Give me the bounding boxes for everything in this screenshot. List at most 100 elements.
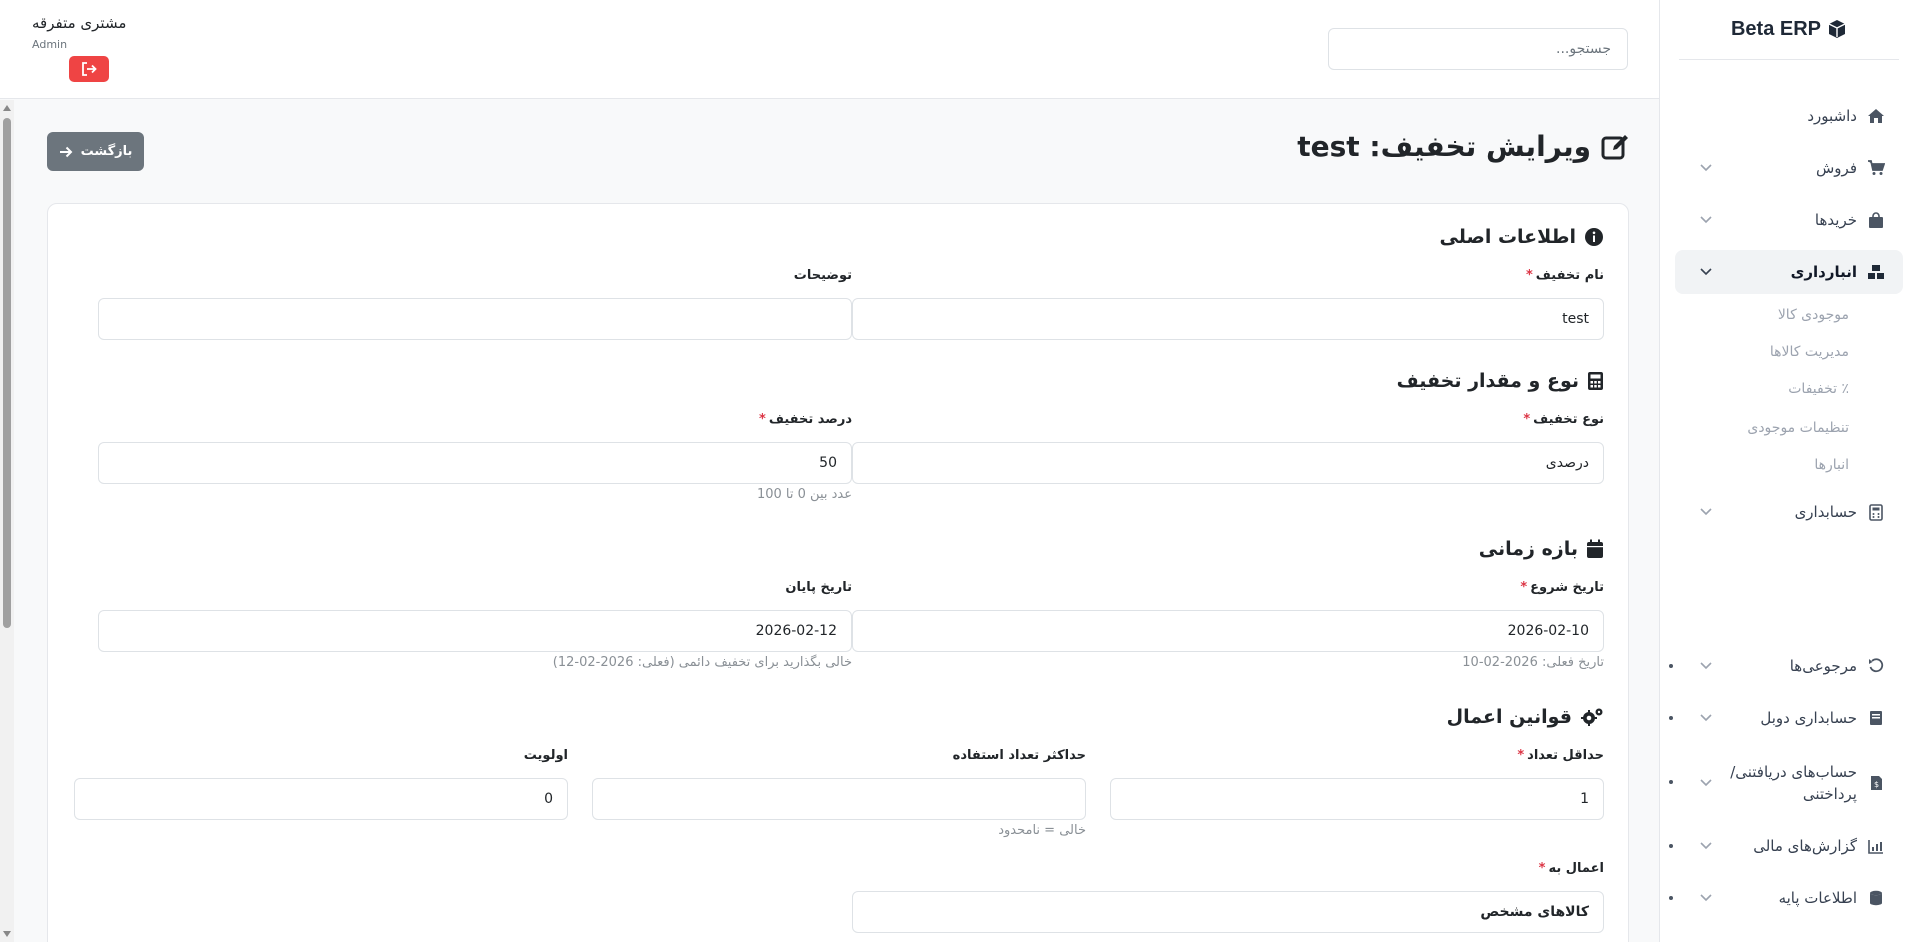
sidebar-item-financial-reports[interactable]: گزارش‌های مالی [1675,824,1903,868]
label-end-date: تاریخ پایان [785,580,852,595]
chevron-down-icon [1699,776,1713,790]
discount-name-input[interactable] [852,298,1604,340]
sidebar-subitem-stock[interactable]: موجودی کالا [1699,300,1849,330]
sidebar-item-purchases[interactable]: خریدها [1675,198,1903,242]
scroll-up-arrow[interactable] [3,105,11,111]
sidebar-item-label: حساب‌های دریافتنی/پرداختنی [1730,763,1857,803]
percent-hint: عدد بین 0 تا 100 [756,487,852,502]
sidebar: Beta ERP داشبورد فروش خریدها انبارداری م [1659,0,1919,942]
label-start-date: تاریخ شروع* [1520,580,1604,595]
sidebar-item-double-entry[interactable]: حسابداری دوبل [1675,696,1903,740]
boxes-icon [1867,263,1885,281]
sidebar-item-base-info[interactable]: اطلاعات پایه [1675,876,1903,920]
brand-divider [1679,59,1899,60]
bullet-marker [1669,664,1673,668]
sidebar-item-inventory[interactable]: انبارداری [1675,250,1903,294]
user-role: Admin [32,38,68,51]
end-date-hint: خالی بگذارید برای تخفیف دائمی (فعلی: 202… [552,655,852,670]
logout-button[interactable] [69,56,109,82]
section-type-amount: نوع و مقدار تخفیف [1397,370,1604,392]
sidebar-item-receivables-payables[interactable]: $ حساب‌های دریافتنی/پرداختنی [1675,756,1903,810]
sidebar-item-label: داشبورد [1807,107,1857,125]
brand-logo[interactable]: Beta ERP [1679,14,1899,44]
sidebar-subitem-products[interactable]: مدیریت کالاها [1699,337,1849,367]
sidebar-subitem-label: موجودی کالا [1777,307,1849,323]
shopping-bag-icon [1867,211,1885,229]
scroll-down-arrow[interactable] [3,931,11,937]
label-discount-name: نام تخفیف* [1525,268,1604,283]
sidebar-item-label: گزارش‌های مالی [1753,837,1857,855]
chevron-down-icon [1699,659,1713,673]
back-button[interactable]: بازگشت [47,132,144,171]
calendar-icon [1587,539,1603,558]
start-date-hint: تاریخ فعلی: 2026-02-10 [1462,655,1604,670]
sidebar-item-label: فروش [1815,159,1857,177]
page-scrollbar[interactable] [0,100,14,942]
back-label: بازگشت [80,144,133,159]
sidebar-subitem-discounts[interactable]: ٪ تخفیفات [1699,374,1849,404]
page-title-text: ویرایش تخفیف: test [1297,130,1591,163]
bullet-marker [1669,896,1673,900]
section-title-text: بازه زمانی [1478,538,1578,560]
discount-form-card: اطلاعات اصلی نام تخفیف* توضیحات نوع و مق… [47,203,1629,942]
selected-value: کالاهای مشخص [1480,904,1589,920]
section-basic-info: اطلاعات اصلی [1439,226,1604,248]
sidebar-item-dashboard[interactable]: داشبورد [1675,94,1903,138]
min-quantity-input[interactable] [1110,778,1604,820]
database-icon [1867,889,1885,907]
section-title-text: نوع و مقدار تخفیف [1396,370,1579,392]
sidebar-item-label: اطلاعات پایه [1778,889,1857,907]
book-icon [1867,709,1885,727]
edit-icon [1601,134,1628,159]
chart-icon [1867,837,1885,855]
sidebar-item-label: حسابداری [1794,503,1857,521]
chevron-down-icon [1699,839,1713,853]
max-usage-input[interactable] [592,778,1086,820]
label-discount-percent: درصد تخفیف* [759,412,852,427]
chevron-down-icon [1699,891,1713,905]
sidebar-item-accounting[interactable]: حسابداری [1675,490,1903,534]
label-apply-to: اعمال به* [1538,861,1604,876]
discount-percent-input[interactable] [98,442,852,484]
description-input[interactable] [98,298,852,340]
sidebar-item-label: حسابداری دوبل [1760,709,1857,727]
sidebar-item-label: مرجوعی‌ها [1789,657,1857,675]
search-input[interactable] [1328,28,1628,70]
selected-value: درصدی [1545,455,1589,471]
max-usage-hint: خالی = نامحدود [998,823,1086,838]
top-header: مشتری متفرقه Admin [0,0,1659,99]
bullet-marker [1669,716,1673,720]
home-icon [1867,107,1885,125]
cart-icon [1867,159,1885,177]
sidebar-subitem-warehouses[interactable]: انبارها [1699,450,1849,480]
cogs-icon [1581,708,1603,726]
sidebar-subitem-label: انبارها [1814,457,1849,473]
svg-text:$: $ [1873,780,1878,789]
sidebar-item-label: انبارداری [1790,263,1857,281]
sidebar-item-label: خریدها [1814,211,1857,229]
label-discount-type: نوع تخفیف* [1523,412,1604,427]
undo-icon [1867,657,1885,675]
chevron-down-icon [1699,265,1713,279]
chevron-down-icon [1699,505,1713,519]
label-min-quantity: حداقل تعداد* [1517,748,1604,763]
end-date-input[interactable] [98,610,852,652]
chevron-down-icon [1699,161,1713,175]
user-name: مشتری متفرقه [32,14,127,32]
priority-input[interactable] [74,778,568,820]
chevron-down-icon [1699,213,1713,227]
sidebar-item-returns[interactable]: مرجوعی‌ها [1675,644,1903,688]
sidebar-subitem-label: ٪ تخفیفات [1788,381,1849,397]
cube-icon [1828,20,1846,38]
sidebar-subitem-inventory-settings[interactable]: تنظیمات موجودی [1699,413,1849,443]
apply-to-select[interactable]: کالاهای مشخص [852,891,1604,933]
discount-type-select[interactable]: درصدی [852,442,1604,484]
brand-name: Beta ERP [1730,17,1822,40]
page-title: ویرایش تخفیف: test [1297,130,1629,163]
section-rules: قوانین اعمال [1447,706,1604,728]
start-date-input[interactable] [852,610,1604,652]
info-circle-icon [1585,228,1603,246]
sidebar-item-sales[interactable]: فروش [1675,146,1903,190]
calculator-icon [1588,372,1603,390]
scroll-thumb[interactable] [3,118,11,628]
